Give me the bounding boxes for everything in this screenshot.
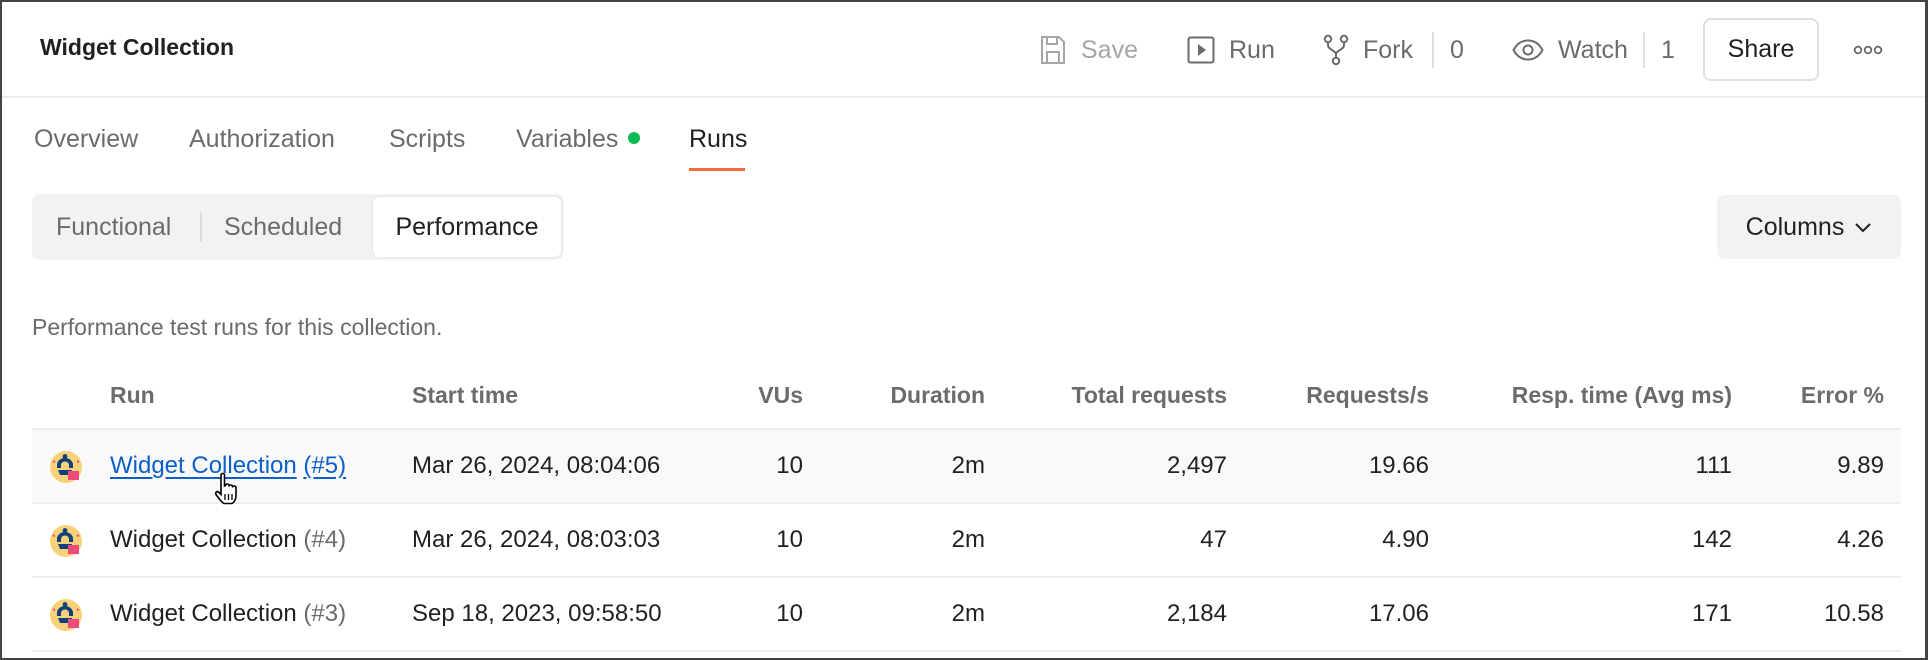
watch-count[interactable]: 1 xyxy=(1661,2,1675,98)
start-time-cell: Sep 18, 2023, 09:58:50 xyxy=(412,600,662,627)
column-header-duration[interactable]: Duration xyxy=(890,382,985,409)
duration-cell: 2m xyxy=(951,526,985,553)
active-tab-indicator xyxy=(689,168,745,171)
duration-cell: 2m xyxy=(951,600,985,627)
table-row[interactable]: Widget Collection (#4) Mar 26, 2024, 08:… xyxy=(32,504,1901,578)
tab-authorization[interactable]: Authorization xyxy=(189,125,335,154)
response-time-cell: 171 xyxy=(1691,600,1732,627)
status-dot-icon xyxy=(628,132,641,145)
duration-cell: 2m xyxy=(951,452,985,479)
run-name[interactable]: Widget Collection xyxy=(110,452,297,479)
vus-cell: 10 xyxy=(776,526,803,553)
column-header-response-time[interactable]: Resp. time (Avg ms) xyxy=(1512,382,1732,409)
run-button[interactable]: Run xyxy=(1187,2,1275,98)
collection-avatar-icon xyxy=(50,599,82,631)
table-header: Run Start time VUs Duration Total reques… xyxy=(32,364,1901,430)
save-icon xyxy=(1041,36,1065,64)
watch-button[interactable]: Watch xyxy=(1512,2,1628,98)
fork-count[interactable]: 0 xyxy=(1450,2,1464,98)
error-percent-cell: 9.89 xyxy=(1837,452,1884,479)
run-type-functional[interactable]: Functional xyxy=(56,194,171,260)
divider xyxy=(1432,32,1434,68)
save-label: Save xyxy=(1081,35,1138,64)
tab-scripts[interactable]: Scripts xyxy=(389,125,465,154)
response-time-cell: 111 xyxy=(1695,452,1732,479)
run-name-link[interactable]: Widget Collection (#5) xyxy=(110,452,346,480)
vus-cell: 10 xyxy=(776,600,803,627)
run-name[interactable]: Widget Collection xyxy=(110,600,297,627)
vus-cell: 10 xyxy=(776,452,803,479)
table-row[interactable]: Widget Collection (#5) Mar 26, 2024, 08:… xyxy=(32,430,1901,505)
eye-icon xyxy=(1512,39,1544,61)
column-header-start-time[interactable]: Start time xyxy=(412,382,518,409)
collection-window: Widget Collection Save Run Fork 0 Watch … xyxy=(2,2,1925,658)
column-header-error-percent[interactable]: Error % xyxy=(1801,382,1884,409)
save-button[interactable]: Save xyxy=(1039,2,1138,98)
chevron-down-icon xyxy=(1855,223,1872,233)
requests-per-second-cell: 17.06 xyxy=(1368,600,1429,627)
tab-variables[interactable]: Variables xyxy=(516,125,641,154)
share-button[interactable]: Share xyxy=(1703,18,1819,81)
requests-per-second-cell: 19.66 xyxy=(1368,452,1429,479)
total-requests-cell: 2,184 xyxy=(1166,600,1227,627)
tab-variables-label: Variables xyxy=(516,125,619,153)
divider xyxy=(1643,32,1645,68)
divider xyxy=(200,212,202,242)
collection-avatar-icon xyxy=(50,525,82,557)
fork-button[interactable]: Fork xyxy=(1323,2,1413,98)
column-header-requests-per-second[interactable]: Requests/s xyxy=(1306,382,1429,409)
watch-label: Watch xyxy=(1558,35,1628,64)
column-header-total-requests[interactable]: Total requests xyxy=(1072,382,1228,409)
ellipsis-icon xyxy=(1853,45,1883,55)
fork-label: Fork xyxy=(1363,35,1413,64)
columns-label: Columns xyxy=(1745,212,1845,241)
header-bar: Widget Collection Save Run Fork 0 Watch … xyxy=(2,2,1925,98)
run-number: (#4) xyxy=(303,526,347,553)
column-header-run[interactable]: Run xyxy=(110,382,155,409)
run-type-scheduled[interactable]: Scheduled xyxy=(224,194,342,260)
collection-avatar-icon xyxy=(50,451,82,483)
run-number[interactable]: (#5) xyxy=(303,452,346,479)
run-type-performance[interactable]: Performance xyxy=(373,197,561,257)
runs-table: Run Start time VUs Duration Total reques… xyxy=(32,364,1901,652)
run-type-switcher: Functional Scheduled Performance xyxy=(32,194,564,260)
run-name-link[interactable]: Widget Collection (#3) xyxy=(110,600,346,628)
more-options-button[interactable] xyxy=(1848,32,1888,68)
error-percent-cell: 4.26 xyxy=(1837,526,1884,553)
play-icon xyxy=(1187,36,1215,64)
run-name[interactable]: Widget Collection xyxy=(110,526,297,553)
tab-overview[interactable]: Overview xyxy=(34,125,138,154)
run-label: Run xyxy=(1229,35,1275,64)
columns-dropdown-button[interactable]: Columns xyxy=(1717,195,1901,259)
fork-icon xyxy=(1323,34,1349,66)
response-time-cell: 142 xyxy=(1691,526,1732,553)
column-header-vus[interactable]: VUs xyxy=(758,382,803,409)
total-requests-cell: 2,497 xyxy=(1166,452,1227,479)
start-time-cell: Mar 26, 2024, 08:03:03 xyxy=(412,526,661,553)
run-name-link[interactable]: Widget Collection (#4) xyxy=(110,526,346,554)
total-requests-cell: 47 xyxy=(1200,526,1227,553)
runs-description: Performance test runs for this collectio… xyxy=(32,314,443,340)
table-row[interactable]: Widget Collection (#3) Sep 18, 2023, 09:… xyxy=(32,578,1901,652)
error-percent-cell: 10.58 xyxy=(1823,600,1884,627)
tab-runs[interactable]: Runs xyxy=(689,125,747,154)
run-number: (#3) xyxy=(303,600,347,627)
collection-title: Widget Collection xyxy=(40,34,235,60)
requests-per-second-cell: 4.90 xyxy=(1382,526,1429,553)
start-time-cell: Mar 26, 2024, 08:04:06 xyxy=(412,452,661,479)
